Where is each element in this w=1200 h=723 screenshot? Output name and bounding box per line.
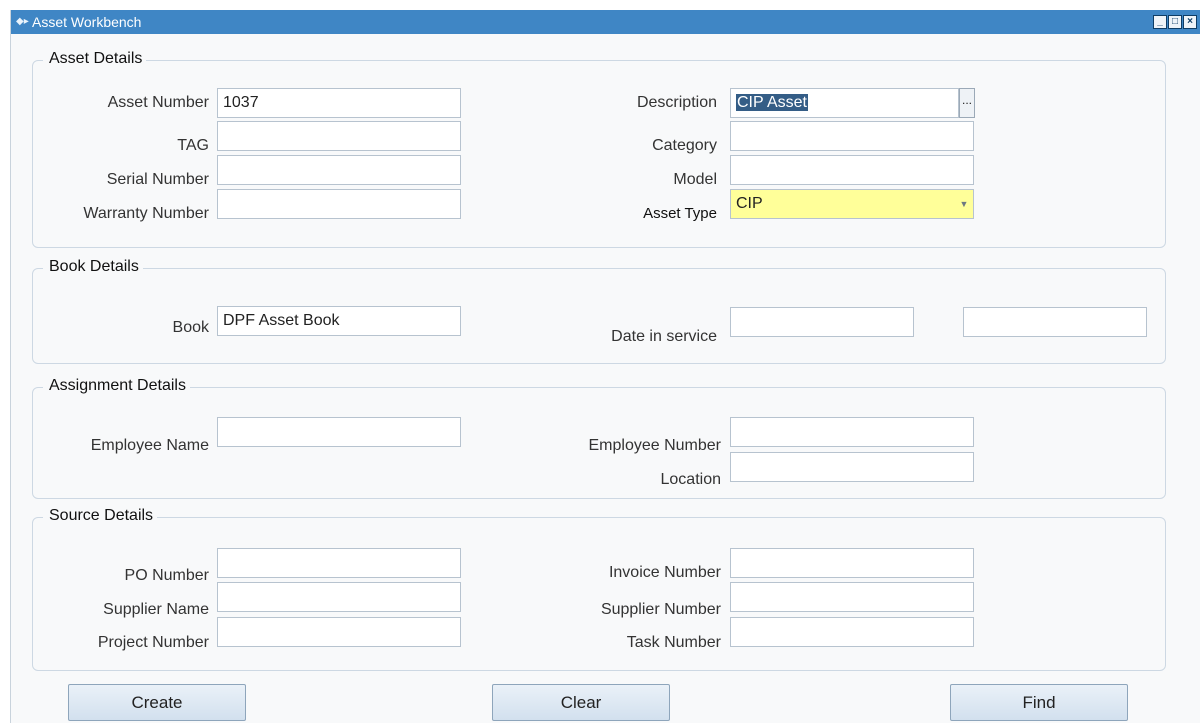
employee-name-label: Employee Name: [90, 437, 209, 454]
window-controls: _ □ ×: [1153, 15, 1197, 29]
chevron-down-icon[interactable]: ▼: [955, 189, 973, 219]
book-label: Book: [172, 319, 209, 336]
task-number-label: Task Number: [626, 634, 721, 651]
book-details-title: Book Details: [43, 257, 143, 277]
description-value: CIP Asset: [736, 94, 808, 111]
date-in-service-field[interactable]: [730, 307, 914, 337]
asset-workbench-window: ◆▸ Asset Workbench _ □ × Asset Details A…: [10, 10, 1200, 723]
asset-details-title: Asset Details: [43, 49, 147, 69]
project-number-field[interactable]: [217, 617, 461, 647]
close-icon[interactable]: ×: [1183, 15, 1197, 29]
description-lov-button[interactable]: ...: [959, 88, 975, 118]
asset-number-field[interactable]: 1037: [217, 88, 461, 118]
location-field[interactable]: [730, 452, 974, 482]
employee-number-field[interactable]: [730, 417, 974, 447]
date-in-service-label: Date in service: [611, 328, 717, 345]
invoice-number-field[interactable]: [730, 548, 974, 578]
employee-name-field[interactable]: [217, 417, 461, 447]
title-bar: ◆▸ Asset Workbench _ □ ×: [11, 10, 1200, 34]
window-menu-icon[interactable]: ◆▸: [16, 10, 29, 34]
serial-number-field[interactable]: [217, 155, 461, 185]
window-title: Asset Workbench: [32, 14, 142, 30]
model-field[interactable]: [730, 155, 974, 185]
description-field[interactable]: CIP Asset: [730, 88, 959, 118]
description-label: Description: [636, 94, 717, 111]
po-number-field[interactable]: [217, 548, 461, 578]
supplier-name-field[interactable]: [217, 582, 461, 612]
invoice-number-label: Invoice Number: [608, 564, 721, 581]
find-button[interactable]: Find: [950, 684, 1128, 721]
assignment-details-title: Assignment Details: [43, 376, 190, 396]
asset-type-label: Asset Type: [643, 205, 717, 222]
asset-type-select[interactable]: CIP: [730, 189, 974, 219]
maximize-icon[interactable]: □: [1168, 15, 1182, 29]
model-label: Model: [673, 171, 717, 188]
create-button[interactable]: Create: [68, 684, 246, 721]
location-label: Location: [660, 471, 722, 488]
book-field[interactable]: DPF Asset Book: [217, 306, 461, 336]
tag-label: TAG: [177, 137, 209, 154]
serial-number-label: Serial Number: [106, 171, 209, 188]
supplier-number-label: Supplier Number: [600, 601, 721, 618]
project-number-label: Project Number: [97, 634, 209, 651]
asset-number-label: Asset Number: [107, 94, 209, 111]
date-in-service-field-2[interactable]: [963, 307, 1147, 337]
supplier-name-label: Supplier Name: [103, 601, 209, 618]
tag-field[interactable]: [217, 121, 461, 151]
minimize-icon[interactable]: _: [1153, 15, 1167, 29]
category-label: Category: [652, 137, 717, 154]
clear-button[interactable]: Clear: [492, 684, 670, 721]
warranty-number-label: Warranty Number: [83, 205, 209, 222]
po-number-label: PO Number: [124, 567, 209, 584]
task-number-field[interactable]: [730, 617, 974, 647]
warranty-number-field[interactable]: [217, 189, 461, 219]
supplier-number-field[interactable]: [730, 582, 974, 612]
category-field[interactable]: [730, 121, 974, 151]
source-details-title: Source Details: [43, 506, 158, 526]
employee-number-label: Employee Number: [588, 437, 722, 454]
